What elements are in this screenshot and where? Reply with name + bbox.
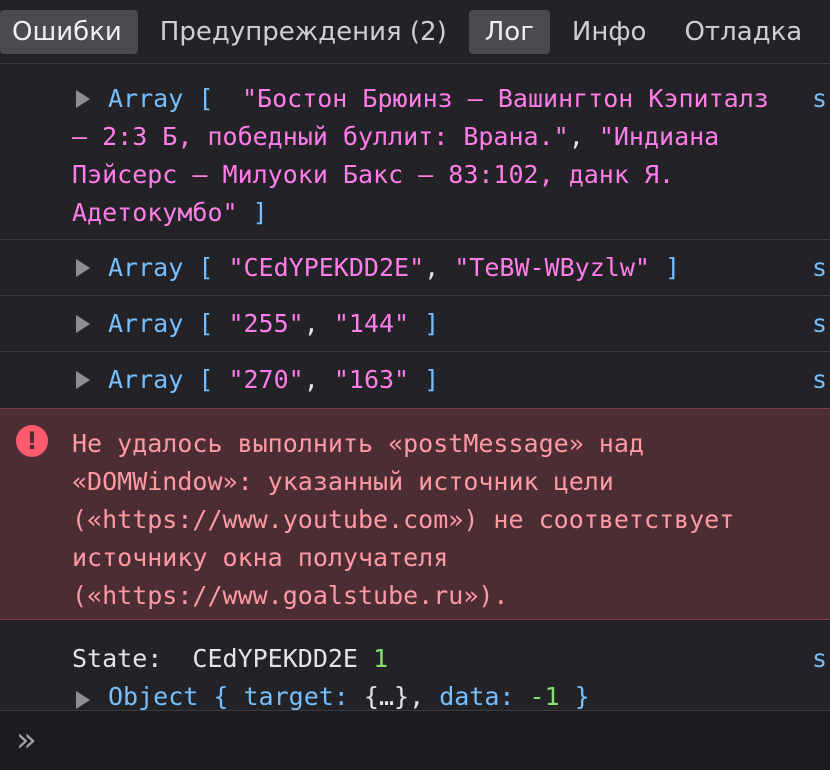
close-bracket: ] [664,253,681,282]
expand-triangle-icon[interactable] [76,691,90,709]
comma: , [303,309,319,338]
object-key: data: [439,682,515,711]
console-message-array[interactable]: Array [ "CEdYPEKDD2E", "TeBW-WByzlw" ] s [0,240,830,296]
open-bracket: [ [198,309,214,338]
console-input[interactable]: » [0,710,830,770]
array-keyword: Array [108,309,184,338]
tab-warnings[interactable]: Предупреждения (2) [144,10,463,54]
console-message-array[interactable]: Array [ "Бостон Брюинз – Вашингтон Кэпит… [0,64,830,240]
comma: , [424,253,440,282]
message-content: Array [ "270", "163" ] [72,361,782,399]
error-text: Не удалось выполнить «postMessage» над «… [72,429,735,610]
expand-triangle-icon[interactable] [76,371,90,389]
source-link[interactable]: s [812,249,830,287]
array-keyword: Array [108,253,184,282]
string-value: "163" [333,365,410,394]
tab-errors[interactable]: Ошибки [0,9,138,54]
chevron-prompt-icon: » [16,720,37,760]
source-link[interactable]: s [812,361,830,399]
message-content: Array [ "CEdYPEKDD2E", "TeBW-WByzlw" ] [72,249,782,287]
message-content: Array [ "255", "144" ] [72,305,782,343]
comma: , [303,365,319,394]
close-bracket: ] [424,365,440,394]
open-bracket: [ [198,84,214,113]
string-value: "CEdYPEKDD2E" [228,253,425,282]
source-link[interactable]: s [812,80,830,118]
string-value: "255" [228,309,304,338]
open-brace: { [213,682,229,711]
string-value: "144" [333,309,410,338]
object-value: -1 [529,682,560,711]
state-number: 1 [373,644,389,673]
comma: , [568,122,584,151]
console-error-message: ! Не удалось выполнить «postMessage» над… [0,408,830,620]
object-keyword: Object [108,682,199,711]
string-value: "270" [228,365,304,394]
open-bracket: [ [198,253,214,282]
array-keyword: Array [108,84,184,113]
expand-triangle-icon[interactable] [76,259,90,277]
source-link[interactable]: s [812,305,830,343]
object-value: {…}, [363,682,425,711]
state-label: State: [72,644,163,673]
console-message-state[interactable]: State: CEdYPEKDD2E 1 Object { target: {…… [0,620,830,712]
source-link[interactable]: s [812,640,830,678]
open-bracket: [ [198,365,214,394]
console-filter-toolbar: Ошибки Предупреждения (2) Лог Инфо Отлад… [0,0,830,64]
expand-triangle-icon[interactable] [76,90,90,108]
array-keyword: Array [108,365,184,394]
error-icon: ! [16,425,48,457]
string-value: "TeBW-WByzlw" [454,253,650,282]
close-bracket: ] [252,198,268,227]
tab-log[interactable]: Лог [468,9,550,54]
close-brace: } [574,682,590,711]
tab-info[interactable]: Инфо [556,10,663,54]
expand-triangle-icon[interactable] [76,315,90,333]
console-message-array[interactable]: Array [ "255", "144" ] s [0,296,830,352]
close-bracket: ] [424,309,440,338]
state-line: State: CEdYPEKDD2E 1 [72,640,782,678]
state-value: CEdYPEKDD2E [192,644,358,673]
object-key: target: [243,682,349,711]
console-message-array[interactable]: Array [ "270", "163" ] s [0,352,830,408]
tab-debug[interactable]: Отладка [668,10,818,54]
